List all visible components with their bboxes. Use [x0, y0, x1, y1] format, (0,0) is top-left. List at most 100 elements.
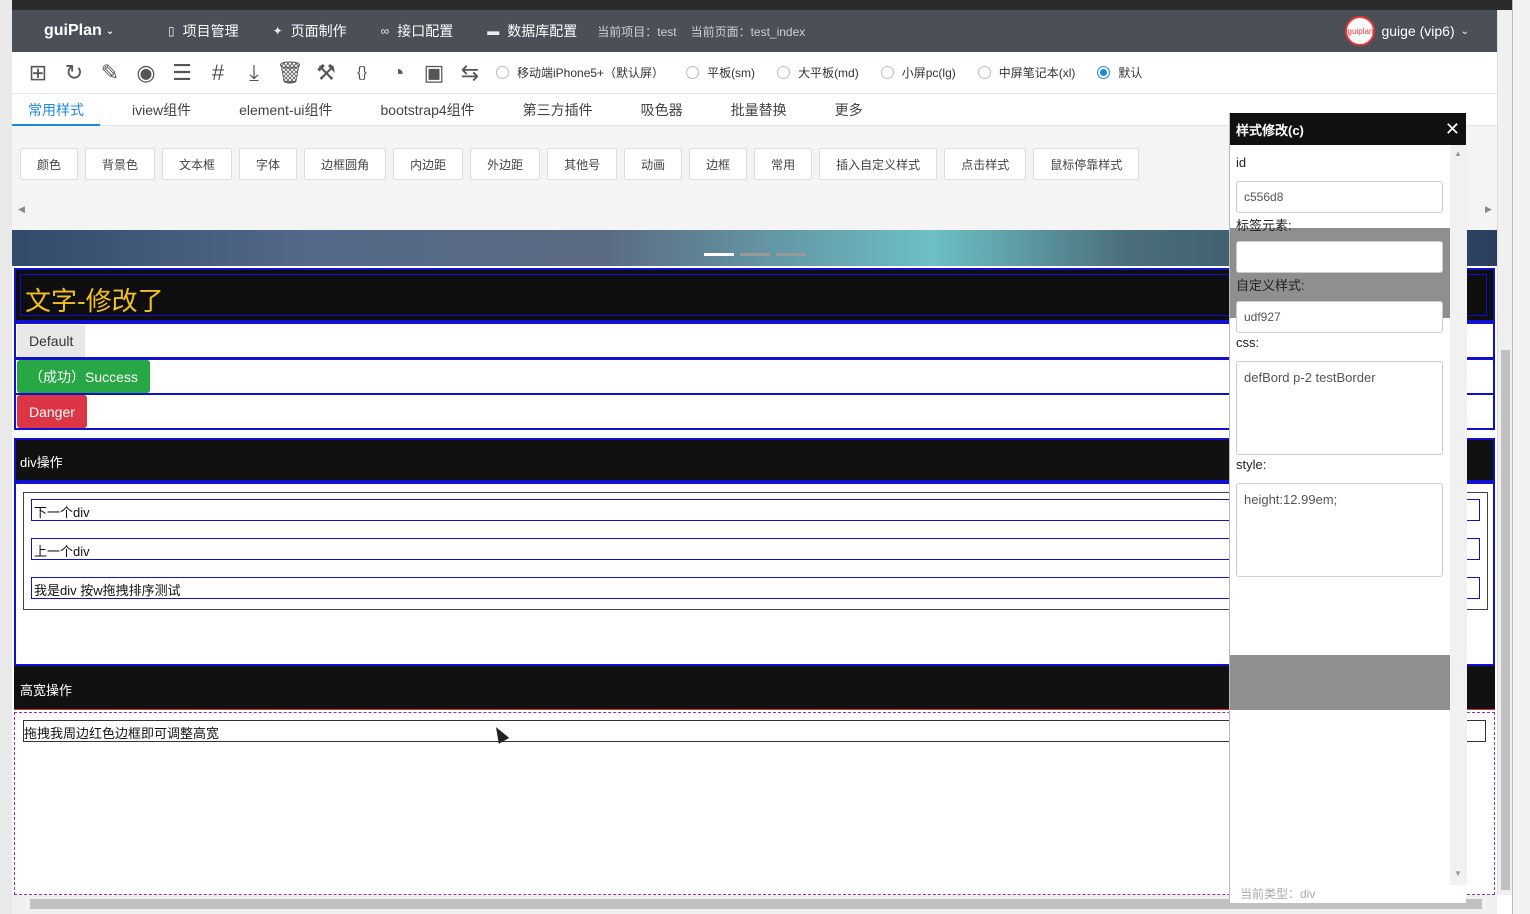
style-btn-font[interactable]: 字体 — [239, 148, 298, 180]
style-btn-click[interactable]: 点击样式 — [944, 148, 1027, 180]
download-icon[interactable]: ⤓ — [236, 57, 272, 89]
scrollbar-thumb[interactable] — [1501, 350, 1510, 890]
style-btn-common[interactable]: 常用 — [754, 148, 813, 180]
radio-label: 移动端iPhone5+（默认屏） — [517, 66, 665, 80]
tag-input[interactable] — [1236, 241, 1443, 273]
radio-label: 大平板(md) — [798, 66, 859, 80]
panel-header: 样式修改(c) ✕ — [1230, 113, 1466, 145]
style-btn-other[interactable]: 其他号 — [547, 148, 618, 180]
radio-sm[interactable]: 平板(sm) — [686, 64, 755, 81]
tab-batch-replace[interactable]: 批量替换 — [715, 94, 803, 126]
tab-element-ui[interactable]: element-ui组件 — [223, 94, 348, 126]
id-input[interactable] — [1236, 181, 1443, 213]
panel-scrollbar[interactable]: ▲ ▼ — [1450, 145, 1467, 885]
carousel-dot[interactable] — [776, 253, 806, 256]
vertical-scrollbar[interactable] — [1497, 10, 1512, 895]
eye-icon[interactable]: ◉ — [128, 57, 164, 89]
style-btn-border[interactable]: 边框 — [689, 148, 748, 180]
style-label: style: — [1236, 457, 1267, 472]
trash-icon[interactable]: 🗑 — [272, 57, 308, 89]
hash-icon[interactable]: # — [200, 57, 236, 89]
radio-xl[interactable]: 中屏笔记本(xl) — [977, 64, 1076, 81]
custom-style-label: 自定义样式: — [1236, 278, 1305, 293]
add-element-icon[interactable]: ⊞ — [20, 57, 56, 89]
css-textarea[interactable]: defBord p-2 testBorder — [1236, 361, 1443, 455]
current-project: 当前项目：test — [597, 24, 677, 39]
style-edit-panel: 样式修改(c) ✕ id 标签元素: 自定义样式: css: defBord p… — [1229, 113, 1467, 905]
chevron-down-icon: ⌄ — [1460, 25, 1469, 37]
success-button[interactable]: （成功）Success — [17, 360, 150, 393]
radio-iphone5[interactable]: 移动端iPhone5+（默认屏） — [496, 64, 664, 81]
radio-dot — [777, 66, 791, 79]
radio-dot — [496, 66, 509, 79]
tab-bootstrap4[interactable]: bootstrap4组件 — [365, 94, 491, 126]
database-icon: ▬ — [487, 24, 500, 38]
radio-lg[interactable]: 小屏pc(lg) — [880, 64, 956, 81]
desktop-left-strip — [0, 0, 12, 914]
tab-common-styles[interactable]: 常用样式 — [12, 94, 100, 126]
palette-icon[interactable]: ◔ — [380, 57, 416, 89]
radio-label: 平板(sm) — [707, 66, 756, 80]
current-type: 当前类型：div — [1240, 887, 1316, 901]
style-btn-margin[interactable]: 外边距 — [470, 148, 541, 180]
style-button-row: 颜色 背景色 文本框 字体 边框圆角 内边距 外边距 其他号 动画 边框 常用 … — [20, 148, 1140, 180]
default-button[interactable]: Default — [17, 325, 86, 357]
style-btn-padding[interactable]: 内边距 — [393, 148, 464, 180]
code-icon[interactable]: {} — [344, 57, 380, 89]
style-btn-textbox[interactable]: 文本框 — [162, 148, 233, 180]
nav-db-config[interactable]: ▬ 数据库配置 — [487, 21, 577, 41]
radio-default[interactable]: 默认 — [1097, 64, 1142, 81]
nav-page-builder[interactable]: ✦ 页面制作 — [273, 21, 347, 41]
nav-label: 项目管理 — [182, 23, 239, 39]
radio-md[interactable]: 大平板(md) — [777, 64, 859, 81]
style-btn-bgcolor[interactable]: 背景色 — [85, 148, 156, 180]
swap-icon[interactable]: ⇆ — [452, 57, 488, 89]
style-btn-hover[interactable]: 鼠标停靠样式 — [1033, 148, 1140, 180]
carousel-dot[interactable] — [704, 253, 734, 256]
nav-label: 接口配置 — [397, 23, 454, 39]
style-btn-animation[interactable]: 动画 — [624, 148, 683, 180]
tab-iview[interactable]: iview组件 — [116, 94, 207, 126]
tab-third-party[interactable]: 第三方插件 — [507, 94, 609, 126]
broom-icon[interactable]: ⚒ — [308, 57, 344, 89]
carousel-dot[interactable] — [740, 253, 770, 256]
nav-api-config[interactable]: ∞ 接口配置 — [381, 21, 454, 41]
top-navbar: guiPlan ⌄ ▯ 项目管理 ✦ 页面制作 ∞ 接口配置 ▬ 数据库配置 当… — [12, 10, 1497, 52]
close-icon[interactable]: ✕ — [1445, 119, 1460, 140]
tools-icon: ✦ — [272, 24, 283, 38]
custom-style-input[interactable] — [1236, 301, 1443, 333]
id-label: id — [1236, 155, 1247, 170]
desktop-right-strip — [1512, 0, 1530, 914]
tab-more[interactable]: 更多 — [819, 94, 879, 126]
panel-title: 样式修改(c) — [1236, 122, 1304, 138]
style-btn-insert-custom[interactable]: 插入自定义样式 — [819, 148, 938, 180]
editor-toolbar: ⊞ ↻ ✎ ◉ ☰ # ⤓ 🗑 ⚒ {} ◔ ▣ ⇆ 移动端iPhone5+（默… — [12, 52, 1497, 94]
style-btn-color[interactable]: 颜色 — [20, 148, 79, 180]
panel-shade — [1230, 655, 1450, 710]
danger-button[interactable]: Danger — [17, 395, 87, 428]
scroll-right-icon[interactable]: ▶ — [1485, 204, 1492, 215]
user-name: guige (vip6) — [1381, 23, 1455, 39]
scroll-up-icon[interactable]: ▲ — [1454, 149, 1462, 158]
style-btn-radius[interactable]: 边框圆角 — [304, 148, 387, 180]
scroll-left-icon[interactable]: ◀ — [18, 204, 25, 215]
nav-label: 页面制作 — [290, 23, 347, 39]
scroll-down-icon[interactable]: ▼ — [1454, 869, 1462, 878]
list-icon[interactable]: ☰ — [164, 57, 200, 89]
chevron-down-icon: ⌄ — [105, 25, 115, 37]
tab-color-picker[interactable]: 吸色器 — [625, 94, 699, 126]
eraser-icon[interactable]: ✎ — [92, 57, 128, 89]
radio-dot — [686, 66, 700, 79]
brand-menu[interactable]: guiPlan ⌄ — [44, 22, 134, 40]
avatar: guiplan — [1345, 16, 1376, 46]
radio-label: 中屏笔记本(xl) — [998, 66, 1076, 80]
current-page: 当前页面：test_index — [690, 24, 806, 39]
radio-dot — [880, 66, 894, 79]
style-textarea[interactable]: height:12.99em; — [1236, 483, 1443, 577]
user-menu[interactable]: guiplan guige (vip6) ⌄ — [1345, 16, 1469, 46]
fullscreen-icon[interactable]: ▣ — [416, 57, 452, 89]
panel-body: id 标签元素: 自定义样式: css: defBord p-2 testBor… — [1230, 145, 1450, 905]
radio-label: 小屏pc(lg) — [901, 66, 956, 80]
refresh-icon[interactable]: ↻ — [56, 57, 92, 89]
nav-projects[interactable]: ▯ 项目管理 — [168, 21, 239, 41]
